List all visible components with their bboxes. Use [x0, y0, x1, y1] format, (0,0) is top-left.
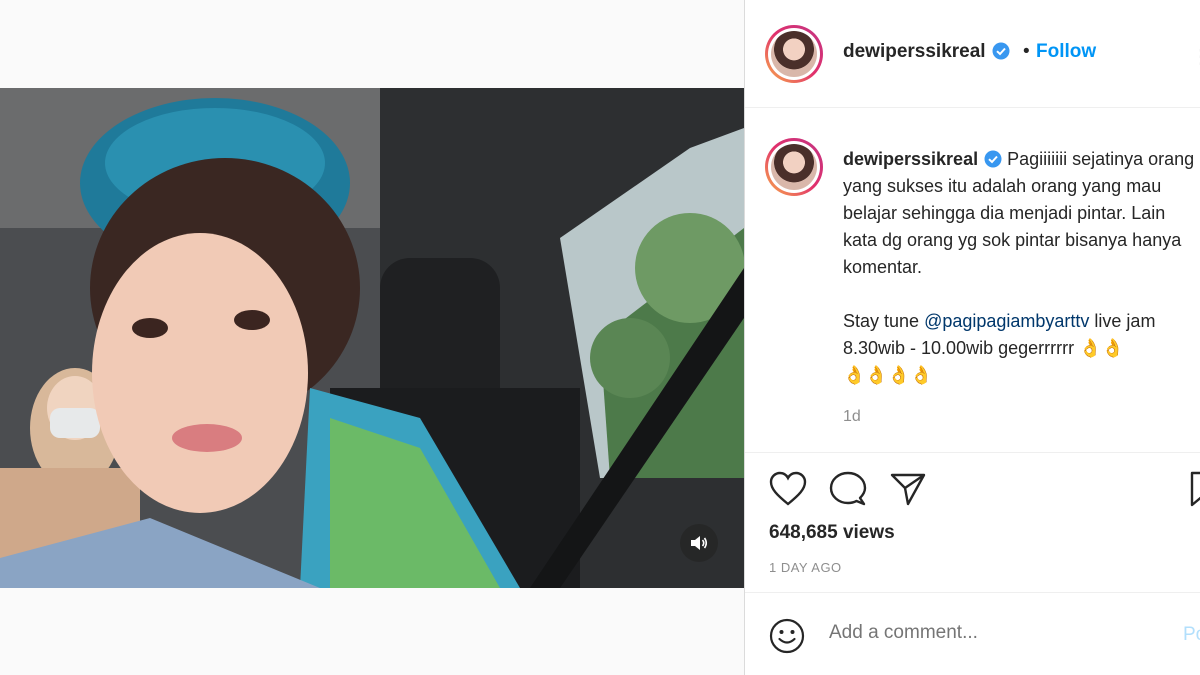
post-actions: 648,685 views 1 DAY AGO — [745, 453, 1200, 593]
comment-bubble-icon — [829, 471, 867, 506]
post-comment-button[interactable]: Post — [1183, 624, 1200, 646]
caption-mention-link[interactable]: @pagipagiambyarttv — [924, 311, 1089, 331]
speaker-icon — [691, 536, 708, 550]
avatar[interactable] — [765, 25, 823, 83]
post-caption: dewiperssikreal Pagiiiiiii sejatinya ora… — [745, 108, 1200, 453]
save-button[interactable] — [1189, 471, 1200, 512]
verified-badge-icon — [984, 150, 1002, 168]
paper-plane-icon — [890, 473, 926, 506]
avatar[interactable] — [765, 138, 823, 196]
caption-body-part1: Pagiiiiiii sejatinya orang yang sukses i… — [843, 149, 1195, 331]
separator-dot: • — [1023, 41, 1030, 62]
comment-input[interactable] — [829, 622, 1159, 644]
share-button[interactable] — [889, 471, 927, 512]
post-date[interactable]: 1 DAY AGO — [769, 560, 842, 575]
bookmark-icon — [1190, 471, 1200, 507]
username-text[interactable]: dewiperssikreal — [843, 41, 986, 62]
verified-badge-icon — [992, 42, 1010, 60]
post-video[interactable] — [0, 88, 744, 588]
comment-button[interactable] — [829, 471, 867, 512]
caption-text: dewiperssikreal Pagiiiiiii sejatinya ora… — [843, 146, 1200, 389]
more-options-icon[interactable]: ⋮ — [1191, 44, 1200, 69]
video-frame — [0, 88, 744, 588]
comment-bar: Post — [745, 593, 1200, 675]
caption-username[interactable]: dewiperssikreal — [843, 149, 978, 169]
views-count[interactable]: 648,685 views — [769, 522, 895, 544]
like-button[interactable] — [769, 471, 807, 512]
follow-button[interactable]: Follow — [1036, 41, 1096, 63]
emoji-button[interactable] — [769, 618, 805, 659]
heart-icon — [769, 471, 807, 506]
post-header: dewiperssikreal • Follow ⋮ — [745, 0, 1200, 108]
sound-toggle-button[interactable] — [680, 524, 718, 562]
post-side-panel: dewiperssikreal • Follow ⋮ dewiperssikre… — [744, 0, 1200, 675]
instagram-post-page: dewiperssikreal • Follow ⋮ dewiperssikre… — [0, 0, 1200, 675]
caption-time-ago[interactable]: 1d — [843, 408, 861, 426]
media-column — [0, 0, 744, 675]
smiley-icon — [769, 618, 805, 654]
post-author-username[interactable]: dewiperssikreal — [843, 41, 1010, 63]
